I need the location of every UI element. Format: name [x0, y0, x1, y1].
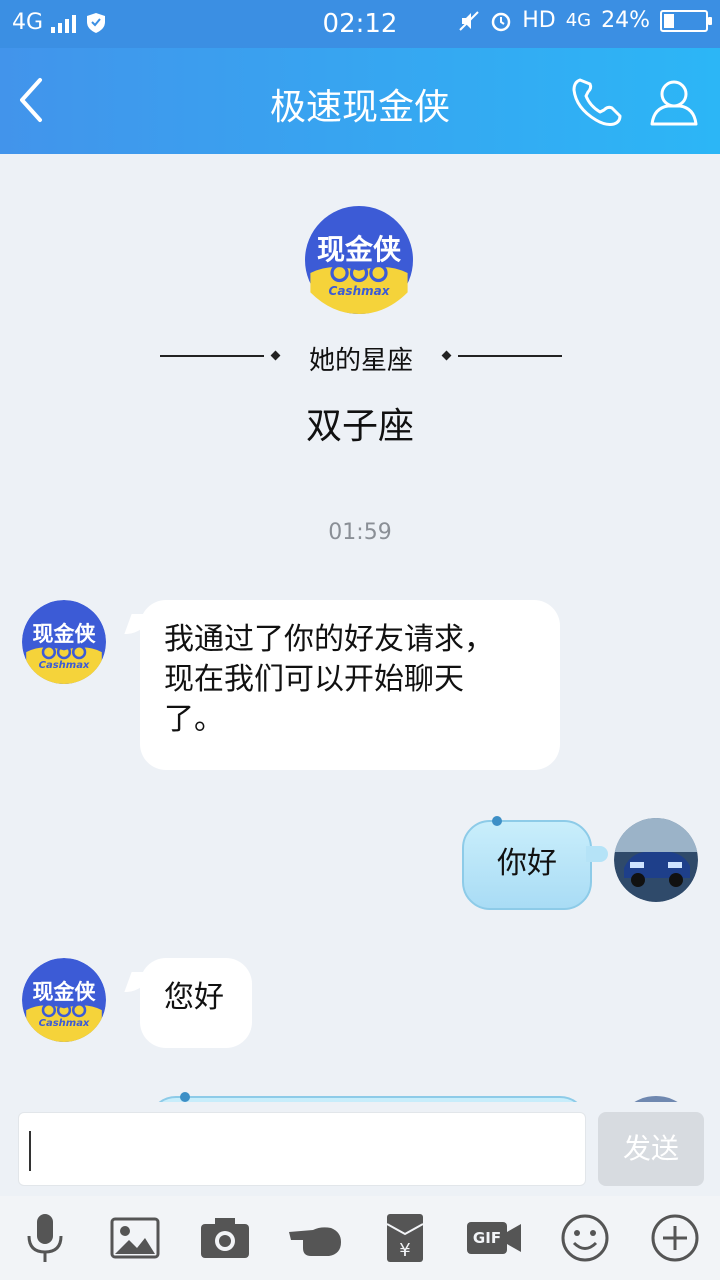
bubble-decoration	[180, 1092, 190, 1102]
send-button[interactable]: 发送	[598, 1112, 704, 1186]
image-icon[interactable]	[107, 1210, 163, 1266]
my-avatar[interactable]	[614, 818, 698, 902]
message-input[interactable]	[18, 1112, 586, 1186]
text-caret	[29, 1131, 31, 1171]
message-line: 了。	[164, 702, 224, 737]
zodiac-value: 双子座	[305, 406, 414, 447]
logo-text: 现金侠	[316, 233, 401, 266]
message-line: 我通过了你的好友请求，	[164, 622, 494, 657]
gif-icon[interactable]: GIF	[465, 1210, 525, 1266]
plus-icon[interactable]	[647, 1210, 703, 1266]
battery-icon	[660, 9, 712, 32]
status-bar: 4G 02:12 HD 4G 24%	[0, 0, 720, 48]
message-bubble-incoming[interactable]: 我通过了你的好友请求， 现在我们可以开始聊天 了。	[140, 600, 560, 770]
contact-avatar[interactable]: 现金侠 Cashmax	[22, 600, 106, 684]
message-line: 现在我们可以开始聊天	[164, 662, 464, 697]
bubble-decoration	[492, 816, 502, 826]
divider-right	[458, 355, 562, 357]
message-bubble-incoming[interactable]: 您好	[140, 958, 252, 1048]
message-text: 您好	[164, 980, 224, 1015]
mute-icon	[459, 10, 479, 31]
chat-area[interactable]: 现金侠 Cashmax 她的星座 双子座 01:59 现金侠 Cashmax 我…	[0, 154, 720, 1102]
svg-text:¥: ¥	[399, 1240, 410, 1261]
poke-icon[interactable]	[287, 1210, 343, 1266]
red-packet-icon[interactable]: ¥	[377, 1210, 433, 1266]
battery-fill	[664, 13, 674, 28]
gif-label: GIF	[472, 1229, 502, 1247]
zodiac-section: 她的星座	[160, 338, 562, 376]
profile-icon[interactable]	[644, 72, 704, 132]
camera-icon[interactable]	[197, 1210, 253, 1266]
message-timestamp: 01:59	[328, 520, 392, 545]
alarm-icon	[491, 12, 511, 31]
message-bubble-outgoing[interactable]: 你好	[462, 816, 608, 910]
microphone-icon[interactable]	[17, 1210, 73, 1266]
logo-subtext: Cashmax	[328, 284, 390, 298]
logo-text: 现金侠	[32, 622, 96, 646]
network-right-label: 4G	[565, 10, 592, 31]
message-text: 你好	[497, 846, 557, 881]
battery-percent: 24%	[601, 8, 650, 33]
zodiac-label: 她的星座	[308, 346, 413, 376]
contact-avatar[interactable]: 现金侠 Cashmax	[22, 958, 106, 1042]
logo-subtext: Cashmax	[38, 1018, 90, 1029]
phone-icon[interactable]	[566, 74, 626, 130]
input-bar: 发送	[0, 1102, 720, 1196]
hd-label: HD	[522, 8, 556, 33]
logo-text: 现金侠	[32, 980, 96, 1004]
logo-subtext: Cashmax	[38, 660, 90, 671]
toolbar: ¥ GIF	[0, 1196, 720, 1280]
emoji-icon[interactable]	[557, 1210, 613, 1266]
contact-avatar-large[interactable]: 现金侠 Cashmax	[305, 206, 413, 314]
title-bar: 极速现金侠	[0, 48, 720, 154]
